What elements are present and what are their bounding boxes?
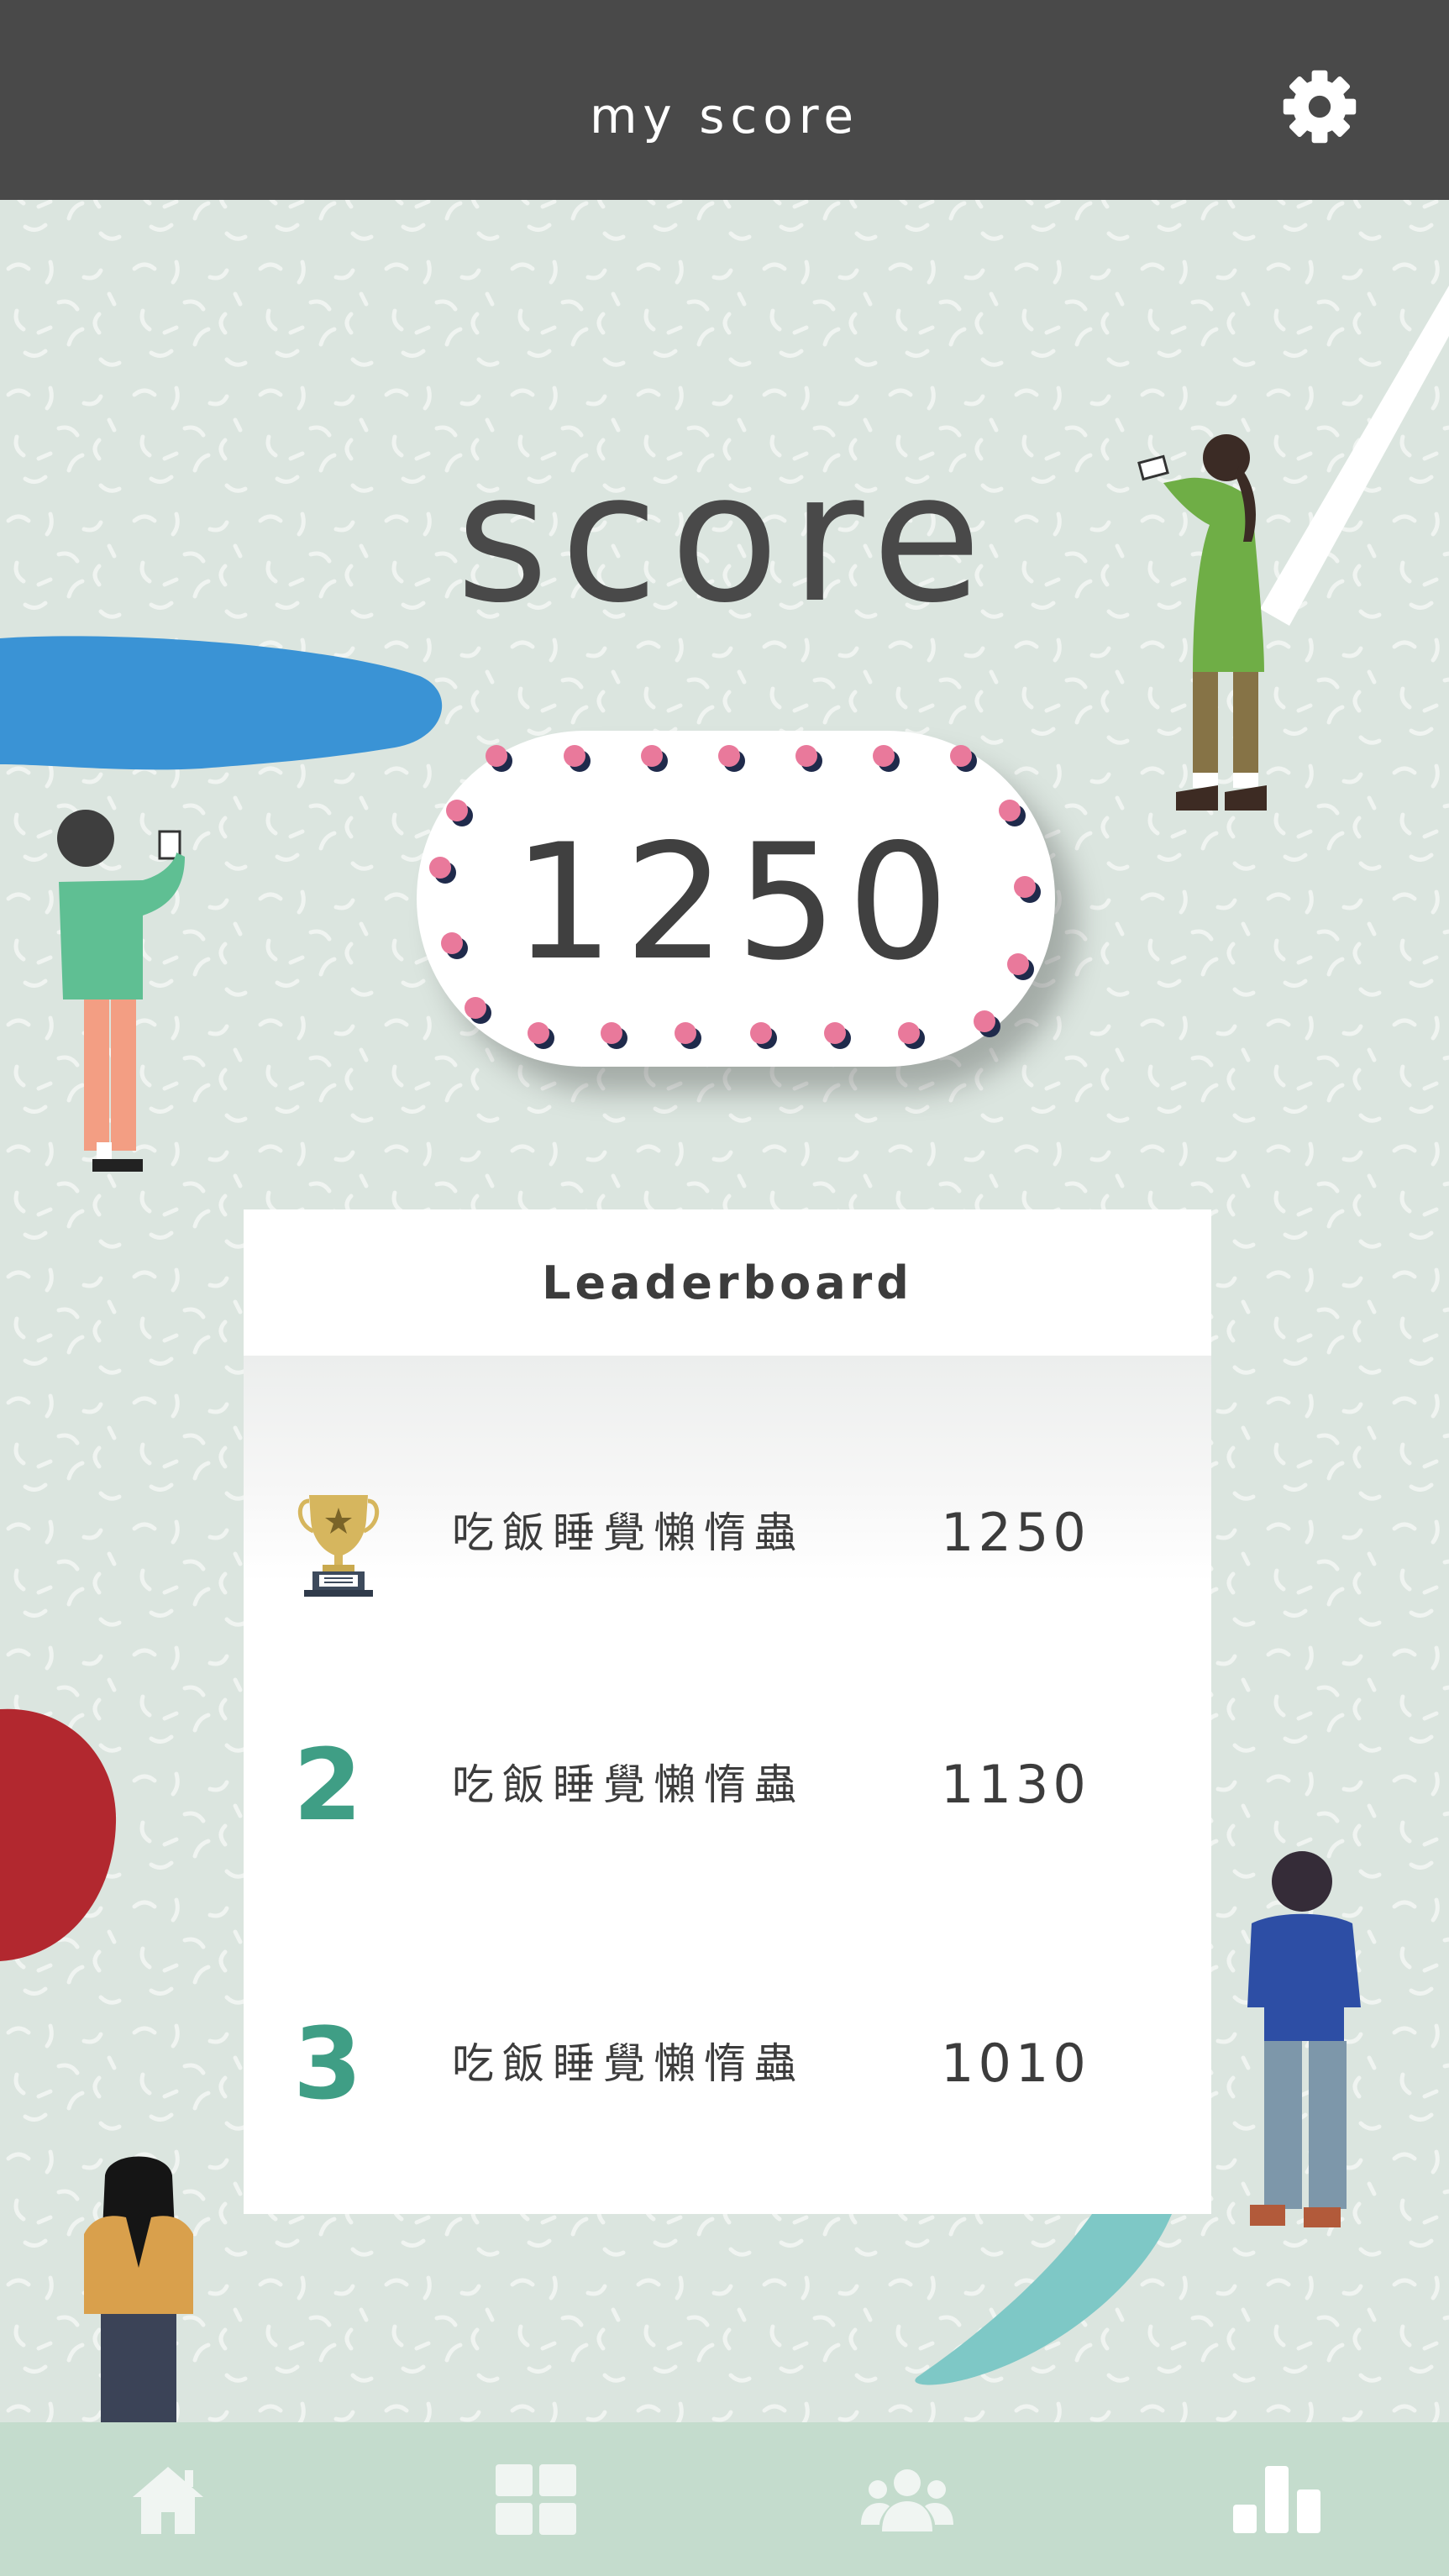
rank-number: 3: [292, 2006, 363, 2122]
page-title: my score: [589, 87, 860, 144]
badge-dot: [465, 997, 486, 1019]
player-name: 吃飯睡覺懶惰蟲: [452, 1508, 805, 1557]
badge-dot: [675, 1022, 696, 1044]
nav-leaderboard[interactable]: [1193, 2422, 1361, 2576]
users-icon: [861, 2468, 953, 2531]
player-name: 吃飯睡覺懶惰蟲: [452, 2039, 805, 2088]
badge-dot: [486, 745, 507, 767]
badge-dot: [950, 745, 972, 767]
badge-dot: [601, 1022, 622, 1044]
badge-dot: [528, 1022, 549, 1044]
badge-dot: [446, 800, 468, 821]
score-badge: 1250: [417, 731, 1055, 1067]
settings-button[interactable]: [1280, 67, 1359, 146]
badge-dot: [750, 1022, 772, 1044]
trophy-icon: [297, 1495, 380, 1597]
grid-icon: [496, 2463, 576, 2535]
leaderboard-card: Leaderboard 吃飯睡覺懶惰蟲 1250 2 吃飯睡覺懶惰蟲 1130 …: [244, 1209, 1211, 2214]
bottom-nav: [0, 2422, 1449, 2576]
badge-dot: [824, 1022, 846, 1044]
badge-dot: [795, 745, 817, 767]
score-screen: my score score 1250 Leaderboard 吃飯睡覺懶惰蟲 …: [0, 0, 1449, 2576]
badge-dot: [873, 745, 895, 767]
badge-dot: [718, 745, 740, 767]
nav-friends[interactable]: [823, 2422, 991, 2576]
leaderboard-row[interactable]: 3 吃飯睡覺懶惰蟲 1010: [244, 1992, 1211, 2135]
leaderboard-row[interactable]: 吃飯睡覺懶惰蟲 1250: [244, 1461, 1211, 1604]
badge-dot: [898, 1022, 920, 1044]
home-icon: [133, 2466, 203, 2534]
nav-dashboard[interactable]: [452, 2422, 620, 2576]
badge-dot: [974, 1010, 995, 1032]
badge-dot: [999, 800, 1021, 821]
player-score: 1010: [941, 2033, 1090, 2094]
badge-dot: [641, 745, 663, 767]
app-header: my score: [0, 0, 1449, 200]
score-value: 1250: [512, 810, 959, 995]
gear-icon: [1283, 70, 1357, 144]
rank-number: 2: [292, 1727, 363, 1843]
leaderboard-title: Leaderboard: [542, 1257, 913, 1309]
score-heading: score: [455, 434, 994, 642]
nav-home[interactable]: [84, 2422, 252, 2576]
leaderboard-header: Leaderboard: [244, 1209, 1211, 1356]
badge-dot: [564, 745, 585, 767]
player-name: 吃飯睡覺懶惰蟲: [452, 1760, 805, 1809]
player-score: 1250: [941, 1502, 1090, 1563]
player-score: 1130: [941, 1754, 1090, 1815]
bar-chart-icon: [1233, 2465, 1320, 2533]
leaderboard-row[interactable]: 2 吃飯睡覺懶惰蟲 1130: [244, 1713, 1211, 1856]
